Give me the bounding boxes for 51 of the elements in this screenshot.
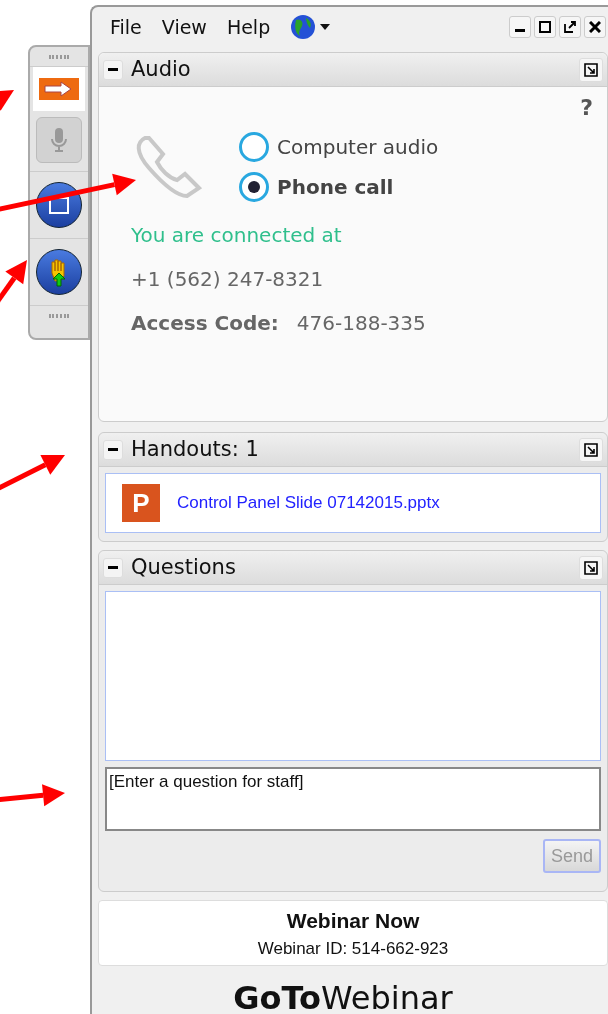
language-button[interactable] xyxy=(290,14,331,40)
annotation-arrow xyxy=(0,455,65,493)
arrow-button[interactable] xyxy=(33,67,85,111)
help-icon[interactable]: ? xyxy=(580,91,593,124)
radio-button[interactable] xyxy=(239,132,269,162)
globe-icon xyxy=(290,14,317,40)
minimize-icon xyxy=(515,29,525,32)
radio-label: Phone call xyxy=(277,174,394,201)
popout-icon xyxy=(584,442,598,457)
menu-item[interactable]: File xyxy=(110,12,142,42)
caret-icon xyxy=(320,24,331,30)
close-icon xyxy=(589,21,601,33)
minimize-button[interactable] xyxy=(509,16,531,38)
phone-number: +1 (562) 247-8321 xyxy=(131,266,325,293)
collapse-button[interactable] xyxy=(103,59,123,80)
microphone-icon xyxy=(51,127,67,153)
grip-icon[interactable] xyxy=(49,313,69,318)
question-field[interactable]: [Enter a question for staff] xyxy=(105,767,601,831)
popout-button[interactable] xyxy=(579,555,603,580)
popout-icon xyxy=(584,62,598,77)
file-link[interactable]: Control Panel Slide 07142015.pptx xyxy=(177,490,440,516)
maximize-button[interactable] xyxy=(534,16,556,38)
menu-item[interactable]: Help xyxy=(226,12,271,42)
collapse-button[interactable] xyxy=(103,557,123,578)
phone-icon xyxy=(135,134,205,200)
menu-item[interactable]: View xyxy=(161,12,207,42)
webinar-id: Webinar ID: 514-662-923 xyxy=(257,938,449,960)
webinar-name: Webinar Now xyxy=(286,907,420,934)
panel-title: Questions xyxy=(131,553,236,581)
popout-button[interactable] xyxy=(559,16,581,38)
access-code: 476-188-335 xyxy=(296,310,426,337)
annotation-arrow xyxy=(0,90,14,111)
grip-icon[interactable] xyxy=(49,54,69,59)
panel-title: Handouts: 1 xyxy=(131,435,259,463)
access-code-label: Access Code: xyxy=(131,310,279,337)
logo: GoToWebinar xyxy=(233,978,453,1014)
maximize-icon xyxy=(539,21,551,33)
collapse-button[interactable] xyxy=(103,439,123,460)
panel-title: Audio xyxy=(131,55,191,83)
status-text: You are connected at xyxy=(131,222,343,249)
file-icon: P xyxy=(122,484,160,522)
radio-button[interactable] xyxy=(239,172,269,202)
close-button[interactable] xyxy=(584,16,606,38)
popout-button[interactable] xyxy=(579,437,603,462)
square-icon xyxy=(49,196,69,214)
popout-icon xyxy=(564,21,576,33)
annotation-arrow xyxy=(0,784,65,807)
popout-icon xyxy=(584,560,598,575)
raise-hand-button[interactable] xyxy=(36,249,82,295)
popout-button[interactable] xyxy=(579,57,603,82)
radio-label: Computer audio xyxy=(277,134,439,161)
